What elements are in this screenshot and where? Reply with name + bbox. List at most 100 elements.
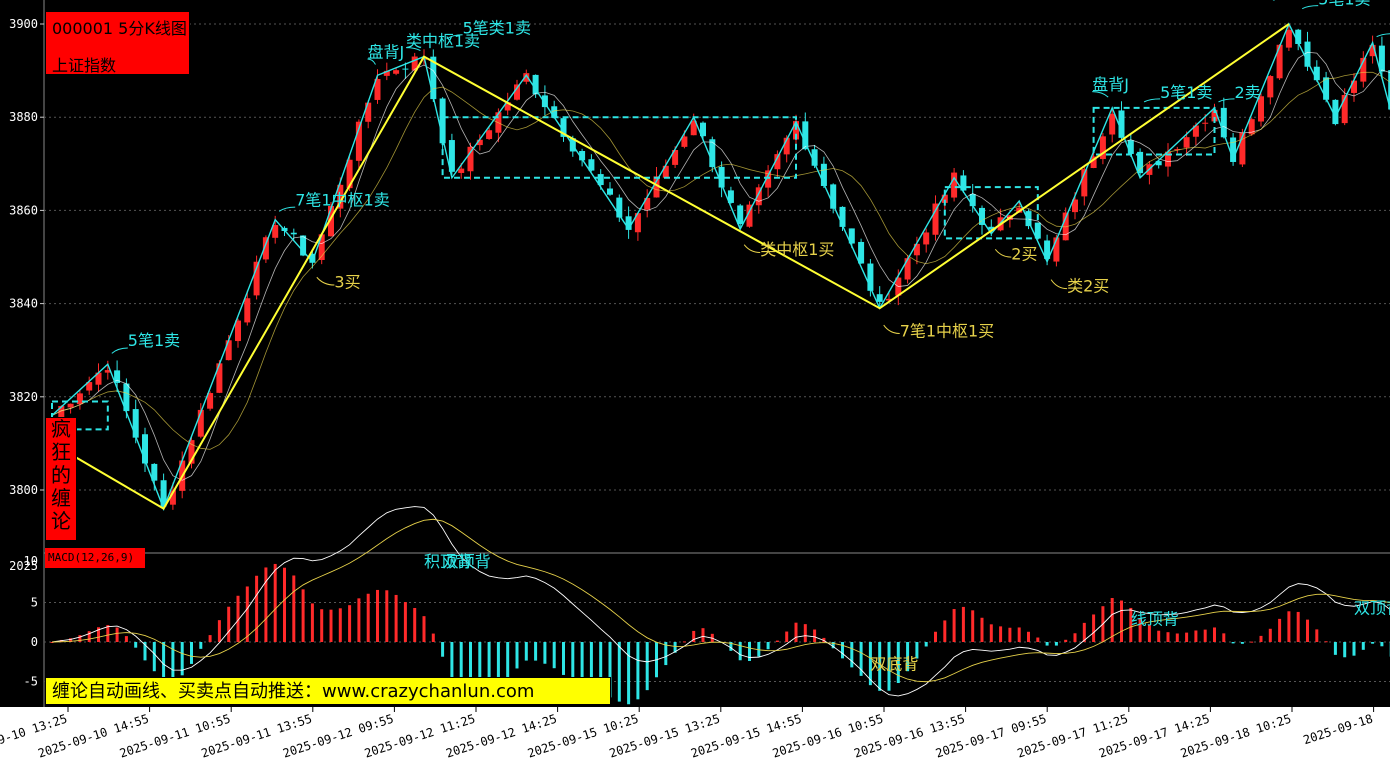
macd-bar [403, 602, 407, 642]
macd-bar [1157, 630, 1161, 642]
candle-body [858, 241, 865, 264]
macd-bar [524, 642, 528, 661]
promo-banner[interactable]: 缠论自动画线、买卖点自动推送：www.crazychanlun.com [45, 677, 611, 705]
candle-body [393, 70, 400, 74]
candle-body [235, 320, 241, 342]
macd-bar [766, 642, 770, 650]
chanlun-chart: 380038203840386038803900-5051020252025-0… [0, 0, 1390, 775]
macd-bar [552, 642, 556, 669]
candle-body [402, 68, 409, 70]
candle-body [1183, 137, 1190, 148]
macd-bar [1287, 611, 1291, 642]
brand-char: 狂 [51, 440, 71, 464]
macd-top-label: 2025 [9, 559, 38, 573]
macd-bar [338, 608, 342, 642]
macd-bar [682, 641, 686, 643]
macd-bar [1222, 633, 1226, 642]
index-code-period: 000001 5分K线图 [52, 19, 187, 38]
macd-bar [1296, 611, 1300, 642]
macd-bar [971, 610, 975, 642]
macd-bar [1008, 627, 1012, 642]
macd-bar [134, 642, 138, 648]
y-tick-label: 3840 [9, 297, 38, 311]
candle-body [67, 403, 74, 408]
candle-body [802, 121, 809, 150]
macd-bar [1315, 629, 1319, 642]
macd-bar [227, 606, 231, 642]
candle-body [951, 172, 958, 198]
macd-bar [1371, 642, 1375, 644]
macd-bar [357, 598, 361, 642]
macd-bar [320, 609, 324, 642]
macd-bar [217, 620, 221, 642]
macd-bar [1092, 614, 1096, 642]
macd-bar [562, 642, 565, 675]
macd-bar [366, 593, 370, 642]
annotation-label: 盘背J [368, 42, 405, 61]
macd-bar [617, 642, 621, 702]
candle-body [876, 294, 883, 302]
macd-bar [961, 606, 965, 642]
y-tick-label: 3880 [9, 110, 38, 124]
candle-body [904, 258, 911, 280]
candle-body [1351, 80, 1357, 93]
y-tick-label: 3860 [9, 203, 38, 217]
annotation-label: 5笔类1卖 [463, 18, 531, 37]
macd-bar [1175, 633, 1179, 642]
macd-bar [813, 629, 817, 642]
candle-body [932, 203, 939, 235]
candle-body [923, 232, 930, 245]
macd-bar [1240, 642, 1244, 644]
macd-bar [1259, 635, 1263, 642]
macd-bar [924, 642, 928, 647]
candle-body [1313, 66, 1320, 81]
title-box: 000001 5分K线图 上证指数 [45, 11, 190, 75]
macd-bar [1194, 630, 1198, 642]
macd-bar [943, 620, 947, 642]
macd-bar [738, 642, 742, 661]
annotation-label: 类2买 [1067, 277, 1109, 296]
macd-bar [627, 642, 631, 705]
macd-bar [775, 640, 779, 642]
macd-bar [208, 635, 212, 642]
macd-tick-label: -5 [24, 675, 38, 689]
macd-bar [376, 589, 379, 642]
macd-bar [701, 628, 705, 642]
macd-bar [329, 609, 333, 642]
candle-body [132, 409, 139, 438]
macd-label: MACD(12,26,9) [45, 548, 145, 568]
candle-body [225, 340, 232, 361]
macd-bar [106, 625, 110, 642]
macd-bar [255, 575, 259, 642]
candle-body [969, 194, 976, 207]
macd-bar [1380, 642, 1384, 647]
macd-bar [1231, 642, 1235, 644]
macd-bar [385, 590, 389, 642]
chart-stage: 3800 3820 3840 3860 3880 3900 -5 0 5 10 2025 2025-0… [0, 0, 1390, 775]
annotation-label: 5笔1卖 [128, 331, 180, 350]
brand-vertical-box: 疯 狂 的 缠 论 [45, 417, 77, 541]
y-tick-label: 3900 [9, 17, 38, 31]
macd-bar [450, 642, 454, 679]
macd-tick-label: 5 [31, 596, 38, 610]
annotation-label: 7笔1中枢1买 [900, 321, 995, 340]
macd-bar [1064, 639, 1068, 642]
macd-bar [636, 642, 640, 700]
brand-char: 缠 [51, 486, 71, 510]
macd-bar [543, 642, 547, 664]
macd-bar [190, 642, 193, 664]
annotation-label: 2卖 [1235, 83, 1261, 102]
macd-bar [1352, 642, 1356, 656]
candle-body [290, 232, 297, 235]
macd-bar [534, 642, 538, 661]
macd-bar [841, 642, 844, 659]
y-tick-label: 3800 [9, 483, 38, 497]
macd-bar [199, 642, 203, 649]
macd-bar [1361, 642, 1365, 650]
macd-bar [989, 624, 993, 642]
macd-bar [115, 627, 119, 642]
macd-bar [645, 642, 649, 691]
macd-bar [441, 642, 445, 657]
macd-bar [1166, 632, 1170, 642]
macd-bar [264, 567, 268, 642]
